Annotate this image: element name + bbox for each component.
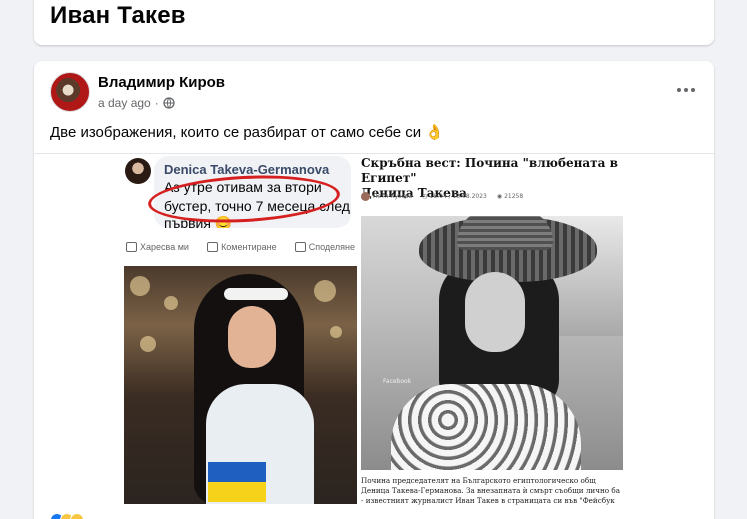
commenter-avatar <box>125 158 151 184</box>
wow-reaction-icon <box>70 513 84 519</box>
left-photo <box>124 266 357 504</box>
globe-icon <box>163 97 175 109</box>
article-body: Почина председателят на Българското егип… <box>361 476 620 505</box>
share-action: Споделяне <box>294 238 355 256</box>
commenter-name: Denica Takeva-Germanova <box>164 162 330 177</box>
photo-source-tag: Facebook <box>383 378 412 385</box>
post-time[interactable]: a day ago <box>98 96 151 110</box>
more-options-icon[interactable] <box>672 79 700 101</box>
post-card: Владимир Киров a day ago · Две изображен… <box>34 61 714 519</box>
reactions-summary[interactable] <box>50 513 84 519</box>
comment-actions: Харесва ми Коментиране Споделяне <box>124 238 357 256</box>
clock-icon: ◷ <box>422 193 428 200</box>
post-text-body: Две изображения, които се разбират от са… <box>50 124 422 141</box>
article-datetime: 18:04 / 13.08.2023 <box>429 193 487 200</box>
right-photo: Facebook <box>361 216 623 470</box>
share-icon <box>294 242 306 252</box>
article-author-avatar <box>361 192 370 201</box>
ukraine-flag <box>208 462 266 502</box>
like-action: Харесва ми <box>126 238 189 256</box>
article-byline: Петя Кузева ◷ 18:04 / 13.08.2023 ◉ 21258 <box>361 192 523 201</box>
left-screenshot: Denica Takeva-Germanova Аз утре отивам з… <box>124 154 357 504</box>
article-views: 21258 <box>504 193 524 200</box>
author-avatar[interactable] <box>50 72 90 112</box>
author-name[interactable]: Владимир Киров <box>98 74 225 91</box>
right-screenshot: Скръбна вест: Почина "влюбената в Египет… <box>357 154 637 505</box>
post-media[interactable]: Denica Takeva-Germanova Аз утре отивам з… <box>34 153 714 505</box>
page-title-card: Иван Такев <box>34 0 714 45</box>
like-icon <box>126 242 137 252</box>
article-author: Петя Кузева <box>373 193 413 200</box>
eye-icon: ◉ <box>496 193 503 200</box>
post-text: Две изображения, които се разбират от са… <box>50 123 444 141</box>
comment-icon <box>207 242 219 252</box>
post-meta: a day ago · <box>98 96 175 110</box>
comment-action: Коментиране <box>207 238 277 256</box>
page-title[interactable]: Иван Такев <box>50 2 186 30</box>
ok-hand-emoji: 👌 <box>425 124 444 141</box>
